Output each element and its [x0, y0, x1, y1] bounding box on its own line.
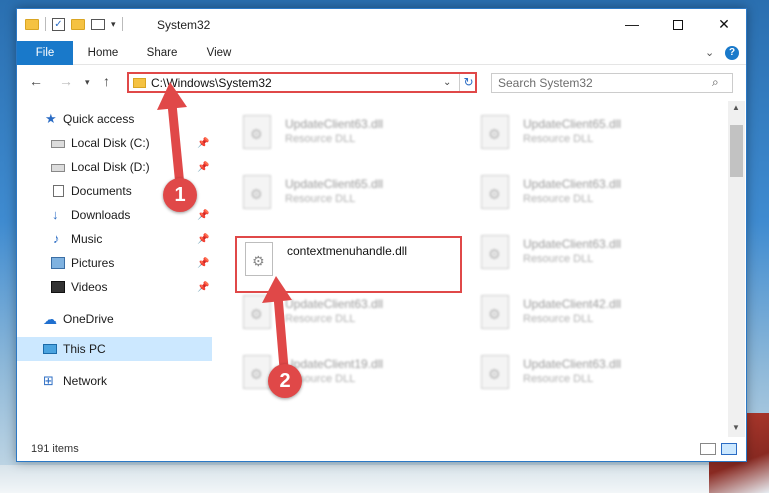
annotation-arrows	[157, 82, 292, 373]
step-2-badge: 2	[268, 364, 302, 398]
step1-arrow	[167, 99, 185, 191]
step-1-badge: 1	[163, 178, 197, 212]
step2-arrow	[273, 291, 289, 373]
step1-arrowhead	[157, 82, 187, 110]
step2-arrowhead	[262, 276, 292, 303]
